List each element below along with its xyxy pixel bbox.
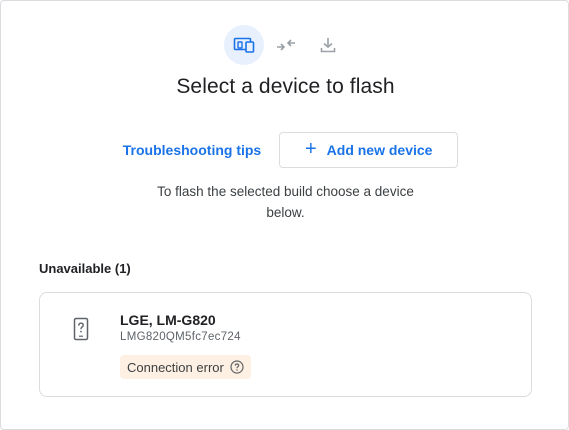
add-new-device-button[interactable]: + Add new device	[279, 132, 459, 168]
add-new-device-label: Add new device	[326, 142, 433, 158]
phone-unknown-icon	[73, 317, 89, 341]
flash-dialog: Select a device to flash Troubleshooting…	[0, 0, 569, 430]
plus-icon: +	[304, 138, 317, 160]
device-name: LGE, LM-G820	[120, 312, 216, 328]
instruction-text: To flash the selected build choose a dev…	[157, 184, 414, 220]
connect-arrows-icon	[276, 39, 295, 51]
download-icon	[320, 38, 335, 53]
device-card[interactable]: LGE, LM-G820 LMG820QM5fc7ec724 Connectio…	[39, 292, 532, 397]
help-icon[interactable]	[230, 360, 244, 374]
devices-icon	[233, 37, 254, 53]
action-row: Troubleshooting tips + Add new device	[1, 132, 569, 168]
step-connect	[266, 25, 306, 65]
unavailable-section-label: Unavailable (1)	[39, 261, 131, 276]
connection-error-badge: Connection error	[120, 355, 251, 379]
connection-error-label: Connection error	[127, 359, 224, 375]
page-title: Select a device to flash	[176, 75, 395, 98]
stepper	[1, 25, 569, 65]
device-serial: LMG820QM5fc7ec724	[120, 331, 241, 343]
step-select-device	[223, 25, 264, 65]
troubleshooting-tips-link[interactable]: Troubleshooting tips	[113, 132, 271, 168]
step-download	[308, 25, 348, 65]
